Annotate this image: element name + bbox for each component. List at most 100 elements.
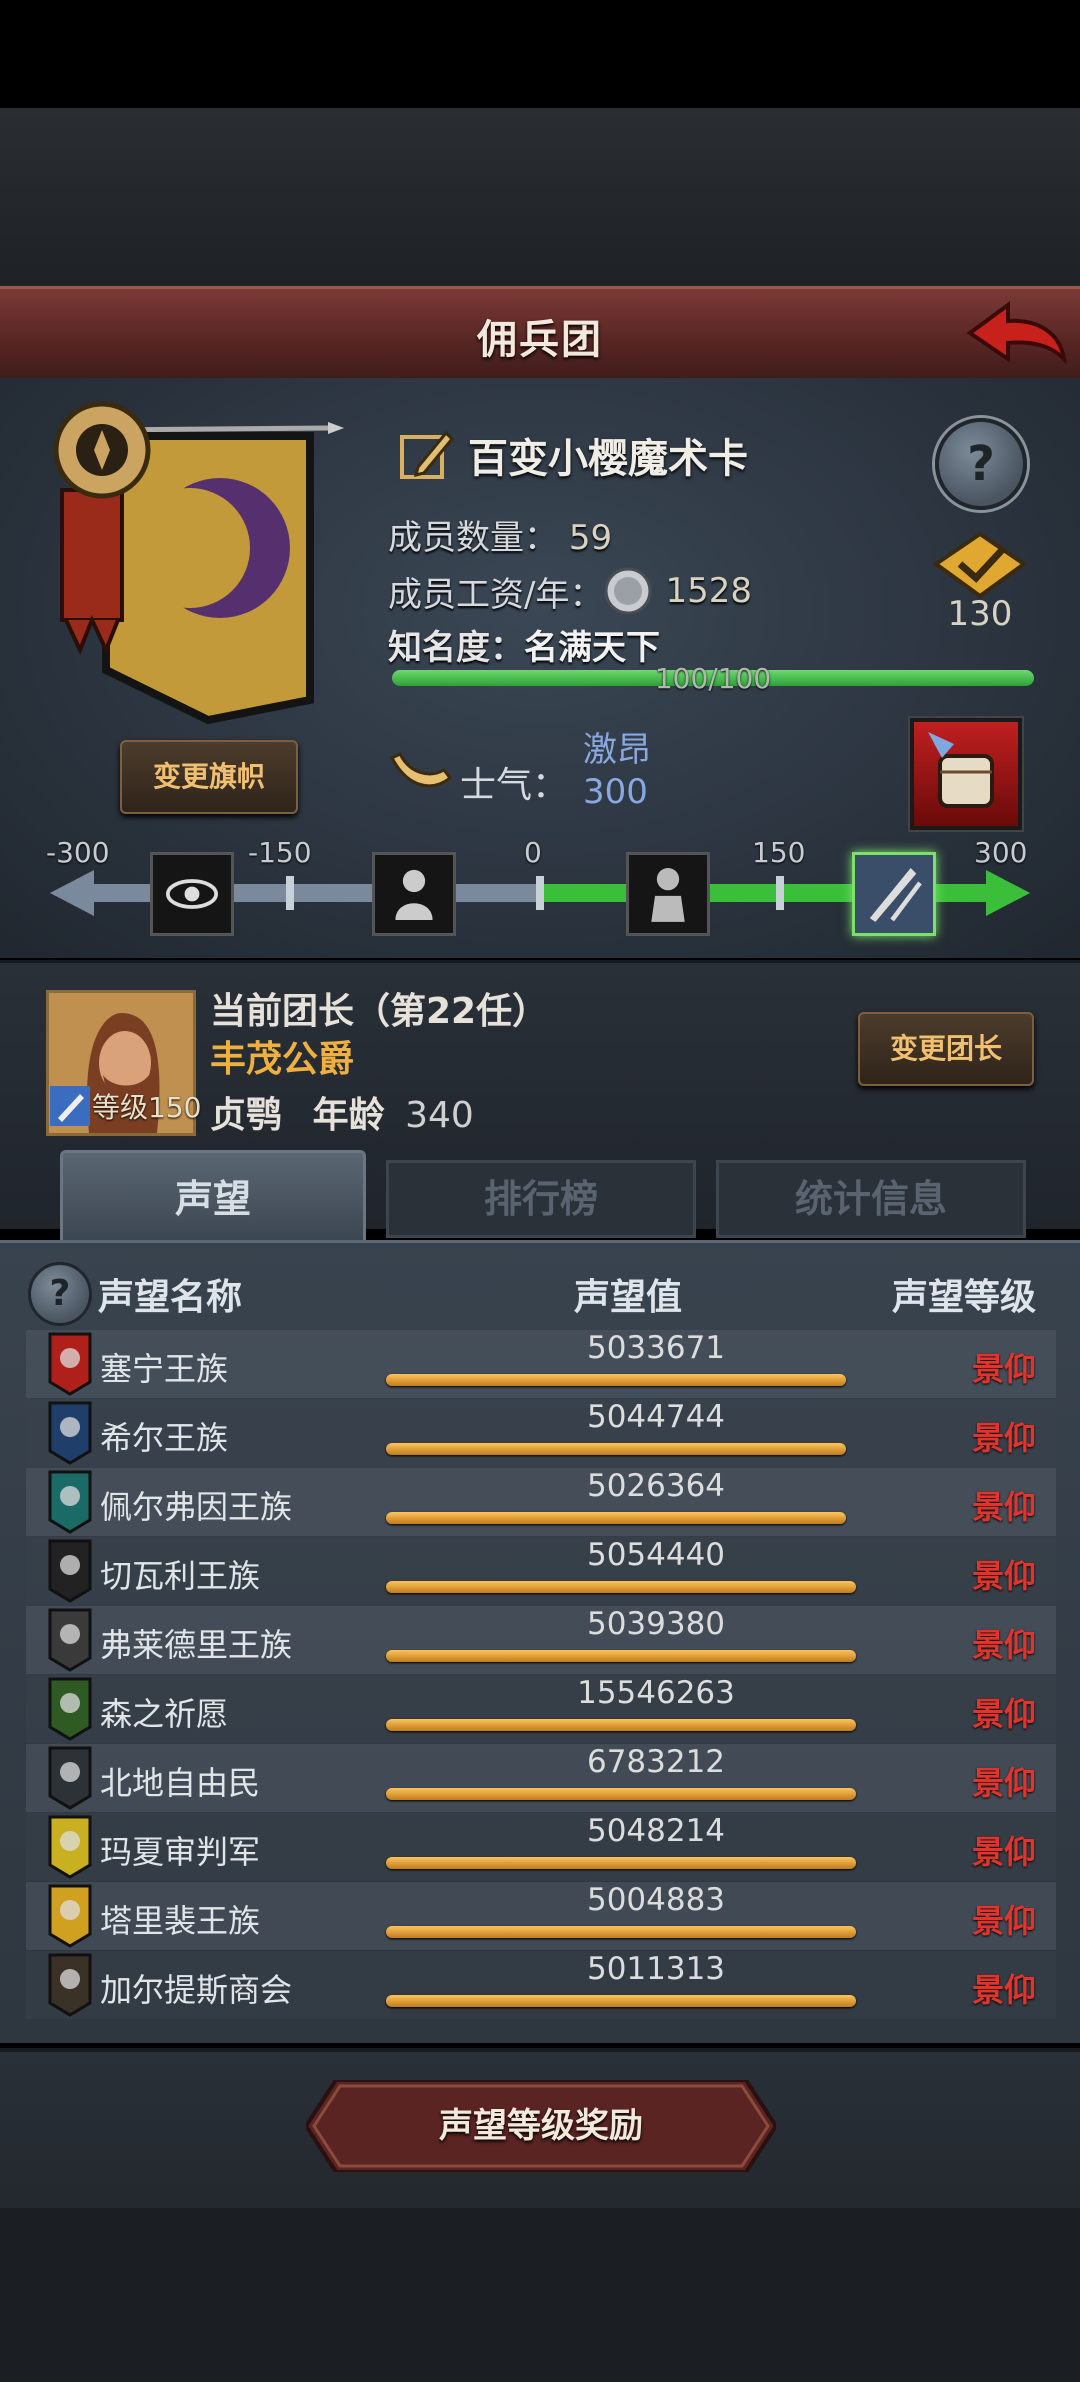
reputation-value: 5011313 [586, 1951, 726, 1987]
faction-name: 希尔王族 [100, 1419, 229, 1457]
reputation-bar [386, 1788, 856, 1800]
faction-crest-icon [48, 1539, 92, 1603]
reputation-value: 6783212 [586, 1744, 726, 1780]
reputation-level: 景仰 [971, 1695, 1036, 1733]
change-flag-button[interactable]: 变更旗帜 [120, 740, 298, 814]
tab-leaderboard[interactable]: 排行榜 [386, 1160, 696, 1238]
morale-state: 激昂 [583, 730, 651, 770]
reputation-level: 景仰 [971, 1350, 1036, 1388]
reputation-level: 景仰 [971, 1419, 1036, 1457]
faction-name: 北地自由民 [100, 1764, 261, 1802]
reputation-value: 5026364 [586, 1468, 726, 1504]
change-leader-button[interactable]: 变更团长 [858, 1012, 1034, 1086]
faction-name: 弗莱德里王族 [100, 1626, 293, 1664]
col-header-value: 声望值 [574, 1277, 683, 1318]
sword-class-icon [50, 1086, 90, 1126]
faction-name: 塔里裴王族 [100, 1902, 261, 1940]
title-bar: 佣兵团 [0, 286, 1080, 383]
reputation-value: 15546263 [577, 1675, 735, 1711]
rank-value: 130 [947, 594, 1013, 634]
faction-crest-icon [48, 1953, 92, 2017]
reputation-value: 5044744 [586, 1399, 726, 1435]
tab-bar: 声望 排行榜 统计信息 [0, 1150, 1080, 1245]
reputation-value: 5048214 [586, 1813, 726, 1849]
morale-value: 300 [583, 772, 648, 812]
morale-scale-zero: 0 [524, 836, 542, 869]
leader-name: 丰茂公爵 [210, 1039, 355, 1080]
reputation-level: 景仰 [971, 1626, 1036, 1664]
silver-coin-icon [604, 567, 652, 615]
reputation-bar [386, 1926, 856, 1938]
fame-progress-text: 100/100 [654, 662, 772, 695]
wage-label: 成员工资/年： [388, 574, 604, 615]
back-arrow-icon[interactable] [960, 293, 1070, 373]
sorrow-figure-icon [372, 852, 456, 936]
help-button[interactable]: ? [935, 418, 1027, 510]
reputation-value: 5039380 [586, 1606, 726, 1642]
reputation-level: 景仰 [971, 1971, 1036, 2009]
reputation-bar [386, 1995, 856, 2007]
bottom-background [0, 2208, 1080, 2382]
members-value: 59 [568, 518, 613, 558]
members-label: 成员数量： [388, 518, 558, 558]
reputation-bar [386, 1581, 856, 1593]
table-row[interactable]: 玛夏审判军 5048214 景仰 [26, 1813, 1056, 1881]
morale-label: 士气： [460, 765, 569, 806]
table-row[interactable]: 切瓦利王族 5054440 景仰 [26, 1537, 1056, 1605]
horn-icon [389, 751, 453, 788]
faction-crest-icon [48, 1746, 92, 1810]
table-row[interactable]: 塔里裴王族 5004883 景仰 [26, 1882, 1056, 1950]
page-title: 佣兵团 [477, 317, 603, 363]
members-stat: 成员数量： 59 [388, 510, 612, 559]
morale-scale-max: 300 [974, 836, 1028, 869]
inspired-charge-icon [852, 852, 936, 936]
morale-scale-neg: -150 [248, 836, 312, 869]
leader-age-value: 340 [405, 1095, 474, 1136]
table-row[interactable]: 森之祈愿 15546263 景仰 [26, 1675, 1056, 1743]
edit-name-icon[interactable] [398, 427, 456, 483]
reputation-value: 5054440 [586, 1537, 726, 1573]
table-row[interactable]: 塞宁王族 5033671 景仰 [26, 1330, 1056, 1398]
reputation-level: 景仰 [971, 1833, 1036, 1871]
reputation-bar [386, 1374, 846, 1386]
reputation-bar [386, 1650, 856, 1662]
faction-crest-icon [48, 1332, 92, 1396]
table-row[interactable]: 北地自由民 6783212 景仰 [26, 1744, 1056, 1812]
reputation-bar [386, 1512, 846, 1524]
reputation-value: 5004883 [586, 1882, 726, 1918]
reputation-value: 5033671 [586, 1330, 726, 1366]
rank-check-icon[interactable] [932, 530, 1028, 600]
table-row[interactable]: 佩尔弗因王族 5026364 景仰 [26, 1468, 1056, 1536]
wage-stat: 成员工资/年： 1528 [388, 566, 752, 616]
faction-name: 塞宁王族 [100, 1350, 229, 1388]
leader-title: 当前团长（第22任） [210, 991, 549, 1032]
faction-name: 切瓦利王族 [100, 1557, 261, 1595]
reputation-bar [386, 1719, 856, 1731]
faction-name: 森之祈愿 [100, 1695, 229, 1733]
reputation-reward-label: 声望等级奖励 [439, 2106, 643, 2146]
reputation-help-button[interactable]: ? [28, 1262, 92, 1326]
col-header-name: 声望名称 [98, 1277, 243, 1318]
leader-info: 贞鹗 年龄 340 [210, 1086, 474, 1138]
leader-level: 等级150 [92, 1091, 202, 1124]
faction-name: 加尔提斯商会 [100, 1971, 293, 2009]
faction-crest-icon [48, 1884, 92, 1948]
leader-level-badge: 等级150 [50, 1086, 201, 1126]
leader-trait: 贞鹗 [210, 1095, 283, 1136]
morale-scale-pos: 150 [752, 836, 806, 869]
table-row[interactable]: 加尔提斯商会 5011313 景仰 [26, 1951, 1056, 2019]
table-row[interactable]: 弗莱德里王族 5039380 景仰 [26, 1606, 1056, 1674]
reputation-level: 景仰 [971, 1764, 1036, 1802]
table-row[interactable]: 希尔王族 5044744 景仰 [26, 1399, 1056, 1467]
faction-crest-icon [48, 1815, 92, 1879]
calm-figure-icon [626, 852, 710, 936]
despair-eye-icon [150, 852, 234, 936]
tab-statistics[interactable]: 统计信息 [716, 1160, 1026, 1238]
war-drum-icon[interactable] [910, 718, 1022, 830]
faction-crest-icon [48, 1470, 92, 1534]
tab-reputation[interactable]: 声望 [60, 1150, 366, 1245]
faction-name: 佩尔弗因王族 [100, 1488, 293, 1526]
col-header-level: 声望等级 [892, 1277, 1037, 1318]
reputation-bar [386, 1857, 856, 1869]
faction-crest-icon [48, 1401, 92, 1465]
